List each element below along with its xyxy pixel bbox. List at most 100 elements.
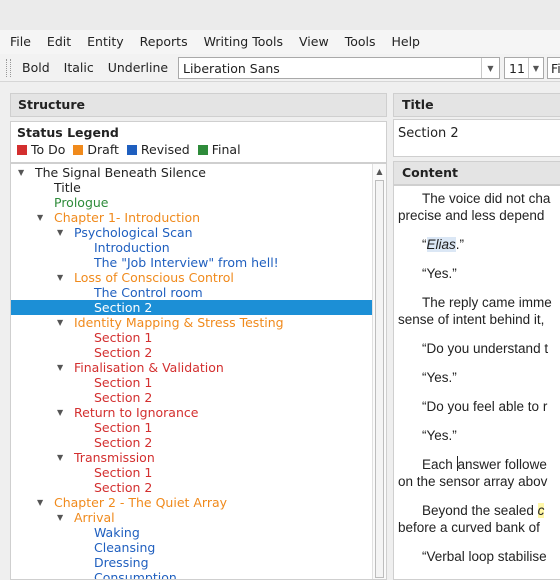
expand-arrow-icon[interactable]: ▼ (57, 315, 63, 330)
menu-file[interactable]: File (2, 30, 39, 54)
font-size-value: 11 (509, 60, 525, 76)
tree-item[interactable]: Introduction (11, 240, 373, 255)
expand-arrow-icon[interactable]: ▼ (57, 405, 63, 420)
toolbar-grip-handle[interactable] (6, 58, 11, 77)
tree-item[interactable]: The Control room (11, 285, 373, 300)
tree-item-label: Section 1 (94, 375, 153, 390)
paragraph: The reply came imme (422, 295, 552, 310)
paragraph: “Yes.” (422, 370, 457, 385)
tree-item[interactable]: Dressing (11, 555, 373, 570)
legend-entry-draft: Draft (73, 142, 119, 157)
legend-swatch (73, 144, 84, 155)
paragraph: before a curved bank of (398, 520, 540, 535)
underline-button[interactable]: Underline (101, 56, 175, 80)
tree-item-label: Chapter 2 - The Quiet Array (54, 495, 228, 510)
quote-open: “ (422, 237, 427, 252)
menu-reports[interactable]: Reports (132, 30, 196, 54)
tree-item[interactable]: The "Job Interview" from hell! (11, 255, 373, 270)
tree-item-label: Arrival (74, 510, 115, 525)
tree-item[interactable]: Section 1 (11, 465, 373, 480)
tree-item[interactable]: Title (11, 180, 373, 195)
style-value: Fi (551, 60, 560, 76)
paragraph: “Yes.” (422, 428, 457, 443)
tree-item[interactable]: Waking (11, 525, 373, 540)
tree-item[interactable]: Prologue (11, 195, 373, 210)
expand-arrow-icon[interactable]: ▼ (57, 360, 63, 375)
tree-item[interactable]: Section 2 (11, 390, 373, 405)
menu-help[interactable]: Help (383, 30, 428, 54)
content-editor[interactable]: The voice did not cha precise and less d… (393, 185, 560, 580)
paragraph: precise and less depend (398, 208, 545, 223)
tree-item[interactable]: ▼ Loss of Conscious Control (11, 270, 373, 285)
expand-arrow-icon[interactable]: ▼ (57, 270, 63, 285)
paragraph: Beyond the sealed c (422, 502, 545, 519)
tree-item[interactable]: Cleansing (11, 540, 373, 555)
italic-button[interactable]: Italic (57, 56, 101, 80)
tree-item[interactable]: Section 2 (11, 480, 373, 495)
menu-tools[interactable]: Tools (337, 30, 384, 54)
tree-item[interactable]: ▼ Chapter 1- Introduction (11, 210, 373, 225)
tree-item-label: Psychological Scan (74, 225, 193, 240)
bold-button[interactable]: Bold (15, 56, 57, 80)
tree-item[interactable]: Section 2 (11, 435, 373, 450)
tree-item-label: Transmission (74, 450, 155, 465)
tree-item[interactable]: ▼ Transmission (11, 450, 373, 465)
paragraph: “Verbal loop stabilise (422, 549, 547, 564)
text-run: Each (422, 457, 457, 472)
status-legend-title: Status Legend (17, 125, 119, 140)
scroll-up-arrow-icon[interactable]: ▲ (373, 165, 386, 178)
title-input[interactable]: Section 2 (393, 119, 560, 157)
font-size-select[interactable]: 11 ▼ (504, 57, 544, 79)
tree-item[interactable]: Section 2 (11, 345, 373, 360)
expand-arrow-icon[interactable]: ▼ (57, 225, 63, 240)
tree-item-label: Section 1 (94, 465, 153, 480)
font-family-select[interactable]: Liberation Sans ▼ (178, 57, 500, 79)
legend-entry-revised: Revised (126, 142, 190, 157)
paragraph: The voice did not cha (422, 191, 551, 206)
highlighted-word[interactable]: c (537, 503, 545, 518)
tree-item[interactable]: Section 1 (11, 375, 373, 390)
status-legend-entries: To Do Draft Revised Final (17, 142, 380, 157)
chevron-down-icon[interactable]: ▼ (481, 58, 499, 78)
paragraph: sense of intent behind it, (398, 312, 545, 327)
tree-item-label: The "Job Interview" from hell! (94, 255, 279, 270)
style-select[interactable]: Fi (547, 57, 560, 79)
tree-item[interactable]: Section 1 (11, 420, 373, 435)
tree-item[interactable]: ▼ Chapter 2 - The Quiet Array (11, 495, 373, 510)
tree-item[interactable]: ▼ Psychological Scan (11, 225, 373, 240)
tree-item[interactable]: Consumption (11, 570, 373, 579)
menu-writing-tools[interactable]: Writing Tools (196, 30, 291, 54)
legend-entry-final: Final (197, 142, 241, 157)
tree-item-label: Prologue (54, 195, 109, 210)
tree-item-label: Identity Mapping & Stress Testing (74, 315, 284, 330)
tree-item[interactable]: Section 1 (11, 330, 373, 345)
menu-edit[interactable]: Edit (39, 30, 79, 54)
format-toolbar: Bold Italic Underline Liberation Sans ▼ … (0, 54, 560, 82)
text-run: answer followe (457, 457, 547, 472)
tree-item[interactable]: ▼ Return to Ignorance (11, 405, 373, 420)
structure-tree[interactable]: ▼ The Signal Beneath Silence Title Prologue… (10, 163, 387, 580)
text-run: Beyond the sealed (422, 503, 538, 518)
tree-item-label: Introduction (94, 240, 170, 255)
tree-item-label: Loss of Conscious Control (74, 270, 234, 285)
chevron-down-icon[interactable]: ▼ (528, 58, 543, 78)
tree-item-selected[interactable]: Section 2 (11, 300, 373, 315)
expand-arrow-icon[interactable]: ▼ (57, 450, 63, 465)
expand-arrow-icon[interactable]: ▼ (18, 165, 24, 180)
tree-item-label: Waking (94, 525, 140, 540)
tree-scrollbar[interactable]: ▲ (372, 164, 386, 579)
menu-entity[interactable]: Entity (79, 30, 132, 54)
scrollbar-thumb[interactable] (375, 180, 384, 578)
tree-item-label: Section 2 (94, 300, 153, 315)
tree-item-label: Section 1 (94, 330, 153, 345)
tree-item[interactable]: ▼ Identity Mapping & Stress Testing (11, 315, 373, 330)
tree-item[interactable]: ▼ Finalisation & Validation (11, 360, 373, 375)
menu-view[interactable]: View (291, 30, 337, 54)
expand-arrow-icon[interactable]: ▼ (37, 495, 43, 510)
tree-item[interactable]: ▼ The Signal Beneath Silence (11, 165, 373, 180)
tree-item[interactable]: ▼ Arrival (11, 510, 373, 525)
highlighted-name[interactable]: Elias (426, 237, 456, 252)
expand-arrow-icon[interactable]: ▼ (37, 210, 43, 225)
expand-arrow-icon[interactable]: ▼ (57, 510, 63, 525)
paragraph: “Yes.” (422, 266, 457, 281)
